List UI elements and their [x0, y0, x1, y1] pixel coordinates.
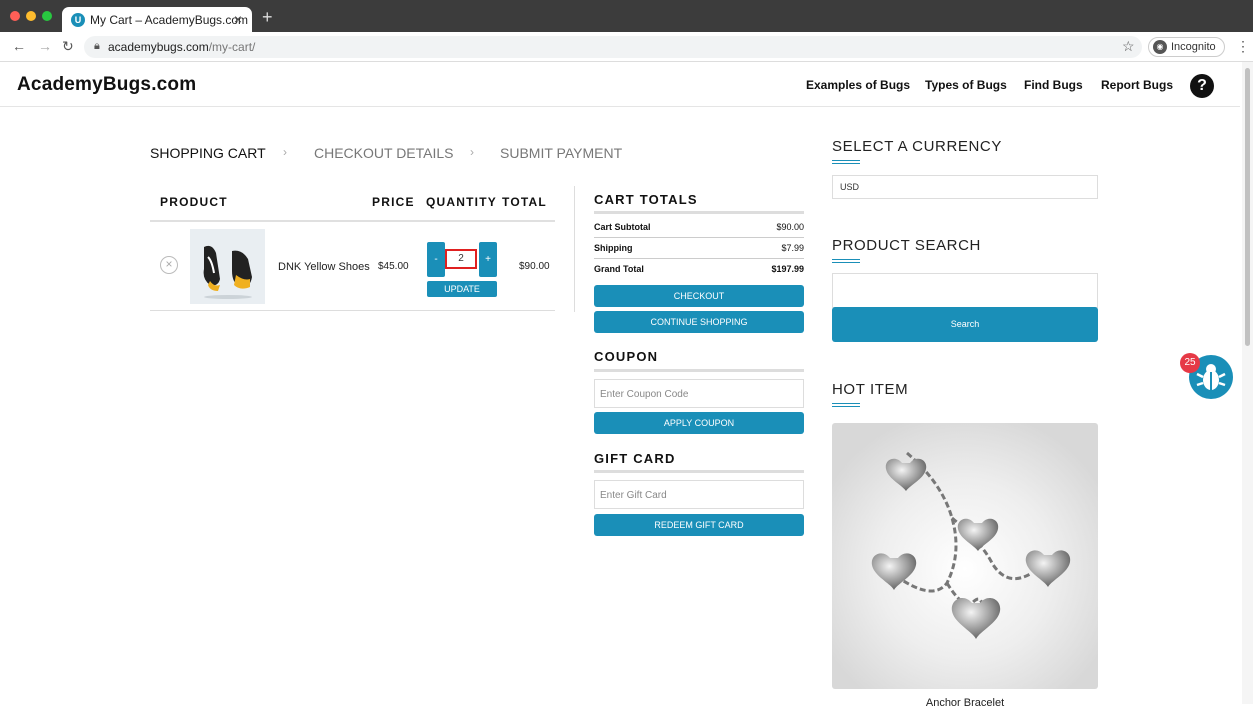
grand-total-row: Grand Total $197.99	[594, 264, 804, 274]
currency-title: SELECT A CURRENCY	[832, 138, 1002, 155]
step-submit-payment[interactable]: SUBMIT PAYMENT	[500, 145, 622, 161]
bug-count-badge: 25	[1180, 353, 1200, 373]
browser-menu-icon[interactable]: ⋮	[1236, 38, 1250, 55]
tab-title: My Cart – AcademyBugs.com	[90, 13, 249, 27]
subtotal-value: $90.00	[776, 222, 804, 232]
column-separator	[574, 186, 575, 312]
header-divider	[0, 106, 1240, 107]
cart-item-name[interactable]: DNK Yellow Shoes	[278, 261, 370, 273]
remove-item-icon[interactable]: ×	[160, 256, 178, 274]
maximize-window-button[interactable]	[42, 11, 52, 21]
title-accent	[832, 160, 860, 164]
shipping-row: Shipping $7.99	[594, 243, 804, 253]
continue-shopping-button[interactable]: CONTINUE SHOPPING	[594, 311, 804, 333]
step-checkout-details[interactable]: CHECKOUT DETAILS	[314, 145, 454, 161]
gift-card-input[interactable]: Enter Gift Card	[594, 480, 804, 509]
grand-total-label: Grand Total	[594, 264, 644, 274]
table-divider	[150, 310, 555, 311]
forward-arrow-icon[interactable]: →	[38, 38, 52, 54]
cart-item-price: $45.00	[378, 261, 409, 272]
minimize-window-button[interactable]	[26, 11, 36, 21]
gift-card-title: GIFT CARD	[594, 451, 676, 466]
back-arrow-icon[interactable]: ←	[12, 38, 26, 54]
search-button[interactable]: Search	[832, 307, 1098, 342]
nav-report-bugs[interactable]: Report Bugs	[1101, 78, 1173, 92]
help-icon[interactable]: ?	[1190, 74, 1214, 98]
new-tab-button[interactable]: +	[262, 7, 273, 28]
redeem-gift-card-button[interactable]: REDEEM GIFT CARD	[594, 514, 804, 536]
col-header-total: TOTAL	[502, 195, 547, 209]
url-field[interactable]: 🔒︎ academybugs.com/my-cart/	[84, 36, 1142, 58]
product-search-title: PRODUCT SEARCH	[832, 237, 981, 254]
subtotal-row: Cart Subtotal $90.00	[594, 222, 804, 232]
site-logo[interactable]: AcademyBugs.com	[17, 74, 196, 96]
section-divider	[594, 369, 804, 372]
coupon-code-input[interactable]: Enter Coupon Code	[594, 379, 804, 408]
nav-find-bugs[interactable]: Find Bugs	[1024, 78, 1083, 92]
title-accent	[832, 259, 860, 263]
lock-icon: 🔒︎	[94, 40, 100, 52]
chevron-right-icon: ›	[470, 145, 474, 159]
chevron-right-icon: ›	[283, 145, 287, 159]
hot-item-title: HOT ITEM	[832, 381, 909, 398]
section-divider	[594, 470, 804, 473]
table-divider	[150, 220, 555, 222]
quantity-input[interactable]: 2	[445, 249, 477, 269]
cart-item-total: $90.00	[519, 261, 550, 272]
currency-select[interactable]: USD	[832, 175, 1098, 199]
hot-item-name[interactable]: Anchor Bracelet	[832, 697, 1098, 709]
nav-examples-of-bugs[interactable]: Examples of Bugs	[806, 78, 910, 92]
subtotal-label: Cart Subtotal	[594, 222, 651, 232]
grand-total-value: $197.99	[771, 264, 804, 274]
shipping-label: Shipping	[594, 243, 633, 253]
cart-totals-title: CART TOTALS	[594, 192, 698, 207]
address-bar: ← → ↻ 🔒︎ academybugs.com/my-cart/ ☆ ◉ In…	[0, 32, 1253, 62]
col-header-price: PRICE	[372, 195, 415, 209]
browser-titlebar: U My Cart – AcademyBugs.com × +	[0, 0, 1253, 32]
nav-types-of-bugs[interactable]: Types of Bugs	[925, 78, 1007, 92]
url-host: academybugs.com	[108, 40, 209, 54]
col-header-quantity: QUANTITY	[426, 195, 497, 209]
quantity-minus-button[interactable]: -	[427, 242, 445, 277]
url-path: /my-cart/	[208, 40, 256, 54]
product-search-input[interactable]	[832, 273, 1098, 308]
tab-close-icon[interactable]: ×	[234, 11, 242, 27]
row-divider	[594, 258, 804, 259]
hot-item-image[interactable]	[832, 423, 1098, 689]
site-favicon-icon: U	[71, 13, 85, 27]
apply-coupon-button[interactable]: APPLY COUPON	[594, 412, 804, 434]
incognito-label: Incognito	[1171, 41, 1216, 53]
incognito-icon: ◉	[1153, 40, 1167, 54]
reload-icon[interactable]: ↻	[62, 38, 74, 55]
shipping-value: $7.99	[781, 243, 804, 253]
update-cart-button[interactable]: UPDATE	[427, 281, 497, 297]
bookmark-star-icon[interactable]: ☆	[1122, 38, 1135, 55]
col-header-product: PRODUCT	[160, 195, 228, 209]
title-accent	[832, 403, 860, 407]
scrollbar-thumb[interactable]	[1245, 68, 1250, 346]
quantity-plus-button[interactable]: +	[479, 242, 497, 277]
section-divider	[594, 211, 804, 214]
checkout-button[interactable]: CHECKOUT	[594, 285, 804, 307]
incognito-badge[interactable]: ◉ Incognito	[1148, 37, 1225, 57]
product-thumbnail[interactable]	[190, 229, 265, 304]
row-divider	[594, 237, 804, 238]
coupon-title: COUPON	[594, 349, 659, 364]
browser-tab[interactable]: U My Cart – AcademyBugs.com ×	[62, 7, 252, 32]
close-window-button[interactable]	[10, 11, 20, 21]
step-shopping-cart[interactable]: SHOPPING CART	[150, 145, 266, 161]
